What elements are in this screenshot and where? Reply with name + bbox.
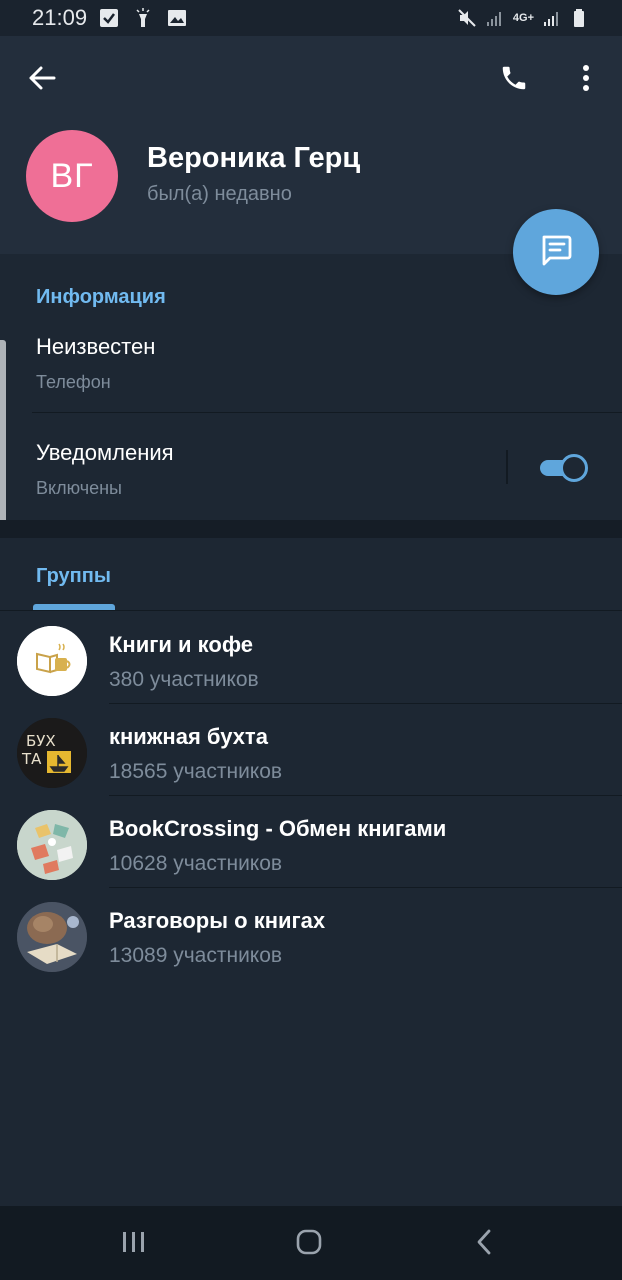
send-message-button[interactable] (513, 209, 599, 295)
avatar[interactable]: ВГ (26, 130, 118, 222)
list-item[interactable]: Разговоры о книгах 13089 участников (0, 888, 622, 980)
avatar-text: ТА (21, 750, 42, 768)
toggle-separator (506, 450, 508, 484)
notifications-toggle[interactable] (538, 452, 590, 482)
section-title-info: Информация (36, 286, 166, 308)
group-title: BookCrossing - Обмен книгами (109, 816, 447, 841)
notifications-title: Уведомления (36, 440, 174, 465)
nav-back-icon (475, 1229, 493, 1260)
battery-icon (570, 8, 590, 28)
nav-back-button[interactable] (464, 1224, 504, 1264)
signal-icon (542, 8, 562, 28)
list-item[interactable]: Книги и кофе 380 участников (0, 612, 622, 704)
check-box-icon (99, 8, 119, 28)
message-icon (538, 232, 574, 273)
recents-icon (121, 1230, 147, 1259)
list-item[interactable]: BookCrossing - Обмен книгами 10628 участ… (0, 796, 622, 888)
tab-groups[interactable]: Группы (36, 565, 111, 588)
group-members: 380 участников (109, 668, 259, 691)
phone-row[interactable]: Неизвестен Телефон (0, 320, 622, 412)
group-avatar (17, 902, 87, 972)
info-section: Информация Неизвестен Телефон Уведомлени… (0, 254, 622, 520)
group-members: 10628 участников (109, 852, 283, 875)
status-time: 21:09 (32, 5, 88, 30)
group-members: 13089 участников (109, 944, 283, 967)
profile-name: Вероника Герц (147, 142, 361, 174)
signal-icon (485, 8, 505, 28)
phone-label: Телефон (36, 372, 111, 392)
group-title: Книги и кофе (109, 632, 254, 657)
arrow-left-icon (28, 64, 56, 97)
phone-icon (499, 63, 529, 98)
recents-button[interactable] (114, 1224, 154, 1264)
tabs-border (0, 610, 622, 611)
media-tabs: Группы (0, 538, 622, 610)
image-icon (167, 8, 187, 28)
group-avatar (17, 810, 87, 880)
more-options-button[interactable] (566, 60, 606, 100)
group-avatar: БУХ ТА (17, 718, 87, 788)
mute-icon (457, 8, 477, 28)
divider (32, 412, 622, 413)
group-avatar (17, 626, 87, 696)
group-title: Разговоры о книгах (109, 908, 326, 933)
section-separator (0, 520, 622, 538)
group-title: книжная бухта (109, 724, 268, 749)
system-nav-bar (0, 1206, 622, 1280)
group-members: 18565 участников (109, 760, 283, 783)
home-button[interactable] (289, 1224, 329, 1264)
network-type: 4G+ (512, 12, 534, 24)
home-icon (296, 1229, 322, 1260)
call-button[interactable] (494, 60, 534, 100)
phone-value: Неизвестен (36, 334, 156, 359)
notifications-state: Включены (36, 478, 122, 498)
profile-status: был(а) недавно (147, 183, 292, 205)
flashlight-icon (133, 8, 153, 28)
more-vertical-icon (582, 64, 590, 97)
avatar-text: БУХ (26, 732, 56, 750)
list-item[interactable]: БУХ ТА книжная бухта 18565 участников (0, 704, 622, 796)
notifications-row[interactable]: Уведомления Включены (0, 426, 500, 516)
status-bar: 21:09 4G+ (0, 0, 622, 36)
back-button[interactable] (22, 60, 62, 100)
